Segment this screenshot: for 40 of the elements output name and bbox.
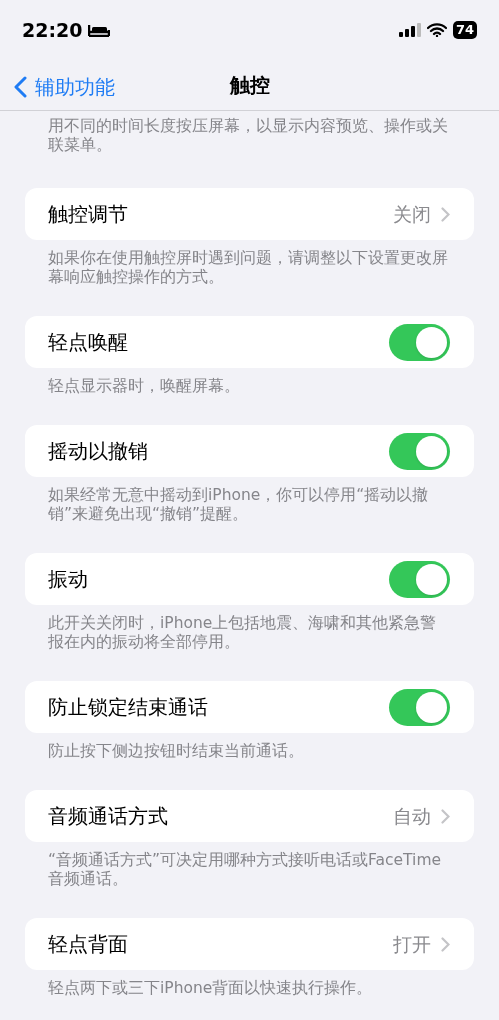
- settings-row[interactable]: 防止锁定结束通话: [25, 681, 474, 733]
- row-label: 摇动以撤销: [48, 438, 148, 465]
- footnote: 轻点两下或三下iPhone背面以快速执行操作。: [47, 979, 374, 998]
- row-label: 音频通话方式: [48, 803, 168, 830]
- toggle-switch[interactable]: [389, 560, 450, 598]
- signal-icon: [398, 23, 421, 37]
- footnote: 轻点显示器时，唤醒屏幕。: [47, 377, 241, 396]
- row-value: 打开: [393, 931, 431, 957]
- back-button[interactable]: 辅助功能: [14, 72, 115, 102]
- footnote: 如果经常无意中摇动到iPhone，你可以停用“摇动以撤销”来避免出现“撤销”提醒。: [47, 486, 430, 524]
- toggle-switch[interactable]: [389, 323, 450, 361]
- footnote: 防止按下侧边按钮时结束当前通话。: [47, 742, 305, 761]
- row-label: 防止锁定结束通话: [48, 694, 208, 721]
- page-title: 触控: [229, 72, 270, 99]
- settings-row[interactable]: 音频通话方式 自动: [25, 790, 474, 842]
- settings-row[interactable]: 轻点背面 打开: [25, 918, 474, 970]
- row-label: 轻点背面: [48, 931, 128, 958]
- chevron-icon: [441, 206, 450, 222]
- footnote: “音频通话方式”可决定用哪种方式接听电话或FaceTime音频通话。: [47, 851, 443, 889]
- footnote: 如果你在使用触控屏时遇到问题，请调整以下设置更改屏幕响应触控操作的方式。: [47, 249, 449, 287]
- back-chevron-icon: [14, 76, 27, 98]
- chevron-icon: [441, 936, 450, 952]
- footnote: 此开关关闭时，iPhone上包括地震、海啸和其他紧急警报在内的振动将全部停用。: [47, 614, 438, 652]
- row-label: 触控调节: [48, 201, 128, 228]
- row-value: 关闭: [393, 201, 431, 227]
- toggle-switch[interactable]: [389, 432, 450, 470]
- settings-row[interactable]: 触控调节 关闭: [25, 188, 474, 240]
- wifi-icon: [426, 23, 447, 37]
- settings-row[interactable]: 振动: [25, 553, 474, 605]
- settings-row[interactable]: 摇动以撤销: [25, 425, 474, 477]
- toggle-switch[interactable]: [389, 688, 450, 726]
- settings-row[interactable]: 轻点唤醒: [25, 316, 474, 368]
- battery-level: 74: [452, 21, 477, 39]
- row-value: 自动: [393, 803, 431, 829]
- status-time: 22:20: [22, 17, 83, 43]
- bed-icon: [88, 23, 111, 37]
- chevron-icon: [441, 808, 450, 824]
- footnote: 用不同的时间长度按压屏幕，以显示内容预览、操作或关联菜单。: [47, 117, 449, 155]
- row-label: 振动: [48, 566, 88, 593]
- row-label: 轻点唤醒: [48, 329, 128, 356]
